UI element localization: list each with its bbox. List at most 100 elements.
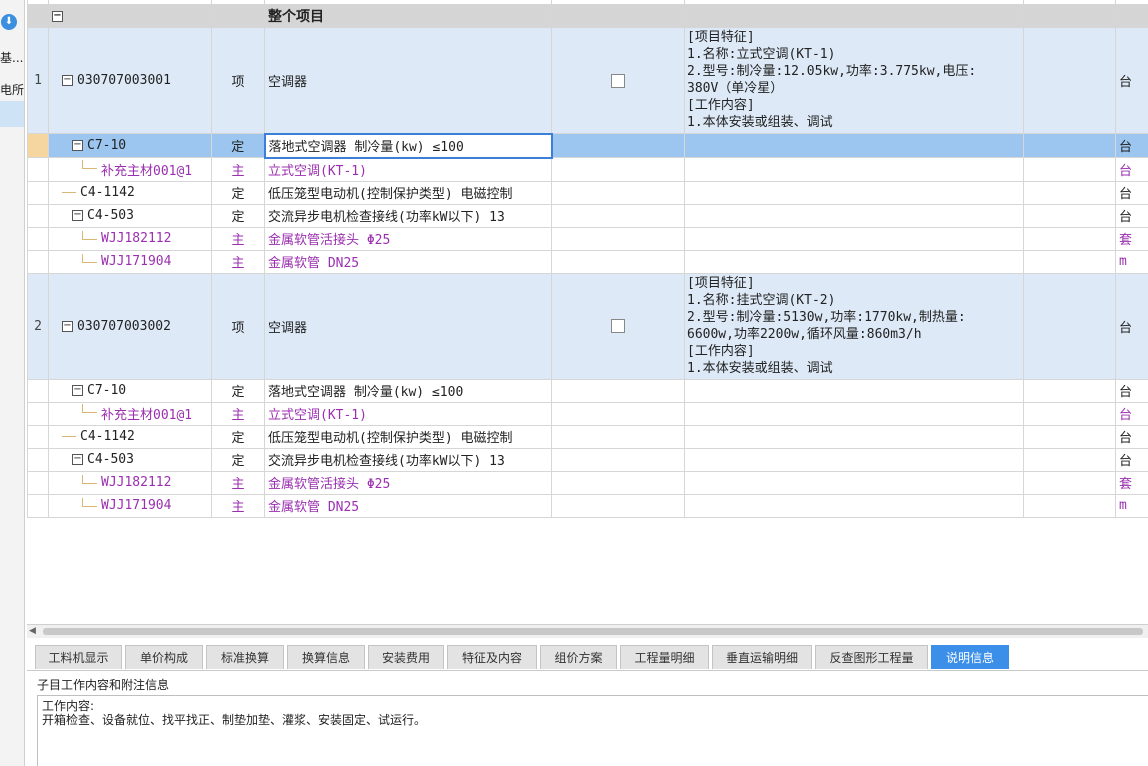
scroll-left-icon[interactable]: ◀	[29, 626, 36, 636]
collapse-toggle-icon[interactable]: −	[72, 454, 83, 465]
material-row[interactable]: WJJ182112 主 金属软管活接头 Φ25 套	[27, 226, 1148, 251]
row-number: 2	[27, 272, 49, 380]
description-textarea[interactable]: 工作内容: 开箱检查、设备就位、找平找正、制垫加垫、灌浆、安装固定、试运行。	[37, 695, 1148, 766]
quota-unit: 台	[1115, 447, 1148, 472]
quota-type: 定	[211, 447, 265, 472]
bill-code: 030707003002	[77, 318, 171, 334]
bill-code: 030707003001	[77, 73, 171, 88]
material-name[interactable]: 金属软管活接头 Φ25	[264, 470, 552, 495]
material-unit: 台	[1115, 157, 1148, 182]
bill-features[interactable]: [项目特征] 1.名称:立式空调(KT-1) 2.型号:制冷量:12.05kw,…	[684, 27, 1024, 134]
quota-name[interactable]: 低压笼型电动机(控制保护类型) 电磁控制	[264, 424, 552, 449]
material-type: 主	[211, 401, 265, 426]
material-type: 主	[211, 249, 265, 274]
material-name[interactable]: 立式空调(KT-1)	[264, 401, 552, 426]
left-panel: ⬇ 基... 电所	[0, 0, 25, 766]
tab-labor-material[interactable]: 工料机显示	[35, 645, 122, 669]
material-type: 主	[211, 226, 265, 251]
panel-label: 子目工作内容和附注信息	[37, 678, 170, 692]
bill-name[interactable]: 空调器	[264, 272, 552, 380]
quota-type: 定	[211, 180, 265, 205]
quota-name-input[interactable]: 落地式空调器 制冷量(kw) ≤100	[263, 132, 553, 159]
quota-name[interactable]: 低压笼型电动机(控制保护类型) 电磁控制	[264, 180, 552, 205]
material-type: 主	[211, 493, 265, 518]
collapse-toggle-icon[interactable]: −	[72, 385, 83, 396]
bill-unit: 台	[1115, 272, 1148, 380]
quota-code: C4-1142	[80, 429, 135, 444]
quota-name[interactable]: 落地式空调器 制冷量(kw) ≤100	[264, 378, 552, 403]
quota-type: 定	[211, 424, 265, 449]
tab-pricing-plan[interactable]: 组价方案	[540, 645, 617, 669]
bill-row[interactable]: 2 −030707003002 项 空调器 [项目特征] 1.名称:挂式空调(K…	[27, 272, 1148, 380]
quota-unit: 台	[1115, 378, 1148, 403]
material-name[interactable]: 金属软管活接头 Φ25	[264, 226, 552, 251]
tab-vertical-transport[interactable]: 垂直运输明细	[712, 645, 812, 669]
tab-features[interactable]: 特征及内容	[447, 645, 537, 669]
bill-unit: 台	[1115, 27, 1148, 134]
bill-grid: − 整个项目 1 −030707003001 项 空调器 [项目特征] 1.名称…	[27, 0, 1148, 518]
description-line: 开箱检查、设备就位、找平找正、制垫加垫、灌浆、安装固定、试运行。	[42, 713, 427, 727]
collapse-toggle-icon[interactable]: −	[72, 140, 83, 151]
download-icon[interactable]: ⬇	[1, 14, 17, 30]
bill-row[interactable]: 1 −030707003001 项 空调器 [项目特征] 1.名称:立式空调(K…	[27, 27, 1148, 134]
collapse-toggle-icon[interactable]: −	[52, 10, 63, 22]
scrollbar-thumb[interactable]	[43, 628, 1143, 635]
quota-name[interactable]: 交流异步电机检查接线(功率kW以下) 13	[264, 447, 552, 472]
bill-type: 项	[211, 272, 265, 380]
quota-row[interactable]: C4-1142 定 低压笼型电动机(控制保护类型) 电磁控制 台	[27, 180, 1148, 205]
quota-row[interactable]: − C4-503 定 交流异步电机检查接线(功率kW以下) 13 台	[27, 447, 1148, 472]
material-code: 补充主材001@1	[101, 408, 193, 423]
quota-type: 定	[211, 378, 265, 403]
material-type: 主	[211, 470, 265, 495]
material-unit: m	[1115, 249, 1148, 274]
row-number: 1	[27, 27, 49, 134]
tab-standard-conversion[interactable]: 标准换算	[206, 645, 284, 669]
material-unit: 套	[1115, 226, 1148, 251]
material-code: 补充主材001@1	[101, 163, 193, 179]
material-code: WJJ171904	[101, 254, 172, 269]
left-panel-selected-item[interactable]	[0, 101, 24, 127]
bill-checkbox[interactable]	[611, 319, 625, 333]
tab-conversion-info[interactable]: 换算信息	[287, 645, 365, 669]
horizontal-scrollbar[interactable]: ◀	[27, 624, 1148, 638]
quota-name[interactable]: 交流异步电机检查接线(功率kW以下) 13	[264, 203, 552, 228]
quota-code: C4-1142	[80, 185, 135, 200]
project-title: 整个项目	[264, 4, 552, 28]
bill-features[interactable]: [项目特征] 1.名称:挂式空调(KT-2) 2.型号:制冷量:5130w,功率…	[684, 272, 1024, 380]
left-panel-text[interactable]: 基...	[0, 49, 23, 66]
material-type: 主	[211, 157, 265, 182]
tab-reverse-lookup[interactable]: 反查图形工程量	[815, 645, 928, 669]
project-header-row[interactable]: − 整个项目	[27, 4, 1148, 28]
material-row[interactable]: 补充主材001@1 主 立式空调(KT-1) 台	[27, 401, 1148, 426]
bill-type: 项	[211, 27, 265, 134]
collapse-toggle-icon[interactable]: −	[62, 320, 73, 332]
tab-unit-price[interactable]: 单价构成	[125, 645, 203, 669]
collapse-toggle-icon[interactable]: −	[62, 75, 73, 86]
bill-checkbox[interactable]	[611, 73, 625, 88]
material-name[interactable]: 金属软管 DN25	[264, 493, 552, 518]
quota-unit: 台	[1115, 203, 1148, 228]
collapse-toggle-icon[interactable]: −	[72, 210, 83, 221]
tab-quantity-detail[interactable]: 工程量明细	[620, 645, 709, 669]
material-row[interactable]: 补充主材001@1 主 立式空调(KT-1) 台	[27, 157, 1148, 182]
tab-description[interactable]: 说明信息	[931, 645, 1009, 669]
quota-row[interactable]: C4-1142 定 低压笼型电动机(控制保护类型) 电磁控制 台	[27, 424, 1148, 449]
material-name[interactable]: 立式空调(KT-1)	[264, 157, 552, 182]
material-row[interactable]: WJJ171904 主 金属软管 DN25 m	[27, 249, 1148, 274]
quota-row[interactable]: − C7-10 定 落地式空调器 制冷量(kw) ≤100 台	[27, 132, 1148, 159]
tab-install-cost[interactable]: 安装费用	[368, 645, 444, 669]
material-name[interactable]: 金属软管 DN25	[264, 249, 552, 274]
quota-row[interactable]: − C4-503 定 交流异步电机检查接线(功率kW以下) 13 台	[27, 203, 1148, 228]
material-unit: 套	[1115, 470, 1148, 495]
quota-row[interactable]: − C7-10 定 落地式空调器 制冷量(kw) ≤100 台	[27, 378, 1148, 403]
material-row[interactable]: WJJ171904 主 金属软管 DN25 m	[27, 493, 1148, 518]
material-row[interactable]: WJJ182112 主 金属软管活接头 Φ25 套	[27, 470, 1148, 495]
material-unit: m	[1115, 493, 1148, 518]
quota-type: 定	[211, 203, 265, 228]
quota-code: C4-503	[87, 452, 134, 467]
quota-code: C7-10	[87, 138, 127, 153]
material-code: WJJ182112	[101, 475, 172, 490]
left-panel-text[interactable]: 电所	[0, 81, 24, 98]
bill-name[interactable]: 空调器	[264, 27, 552, 134]
material-code: WJJ171904	[101, 498, 172, 513]
